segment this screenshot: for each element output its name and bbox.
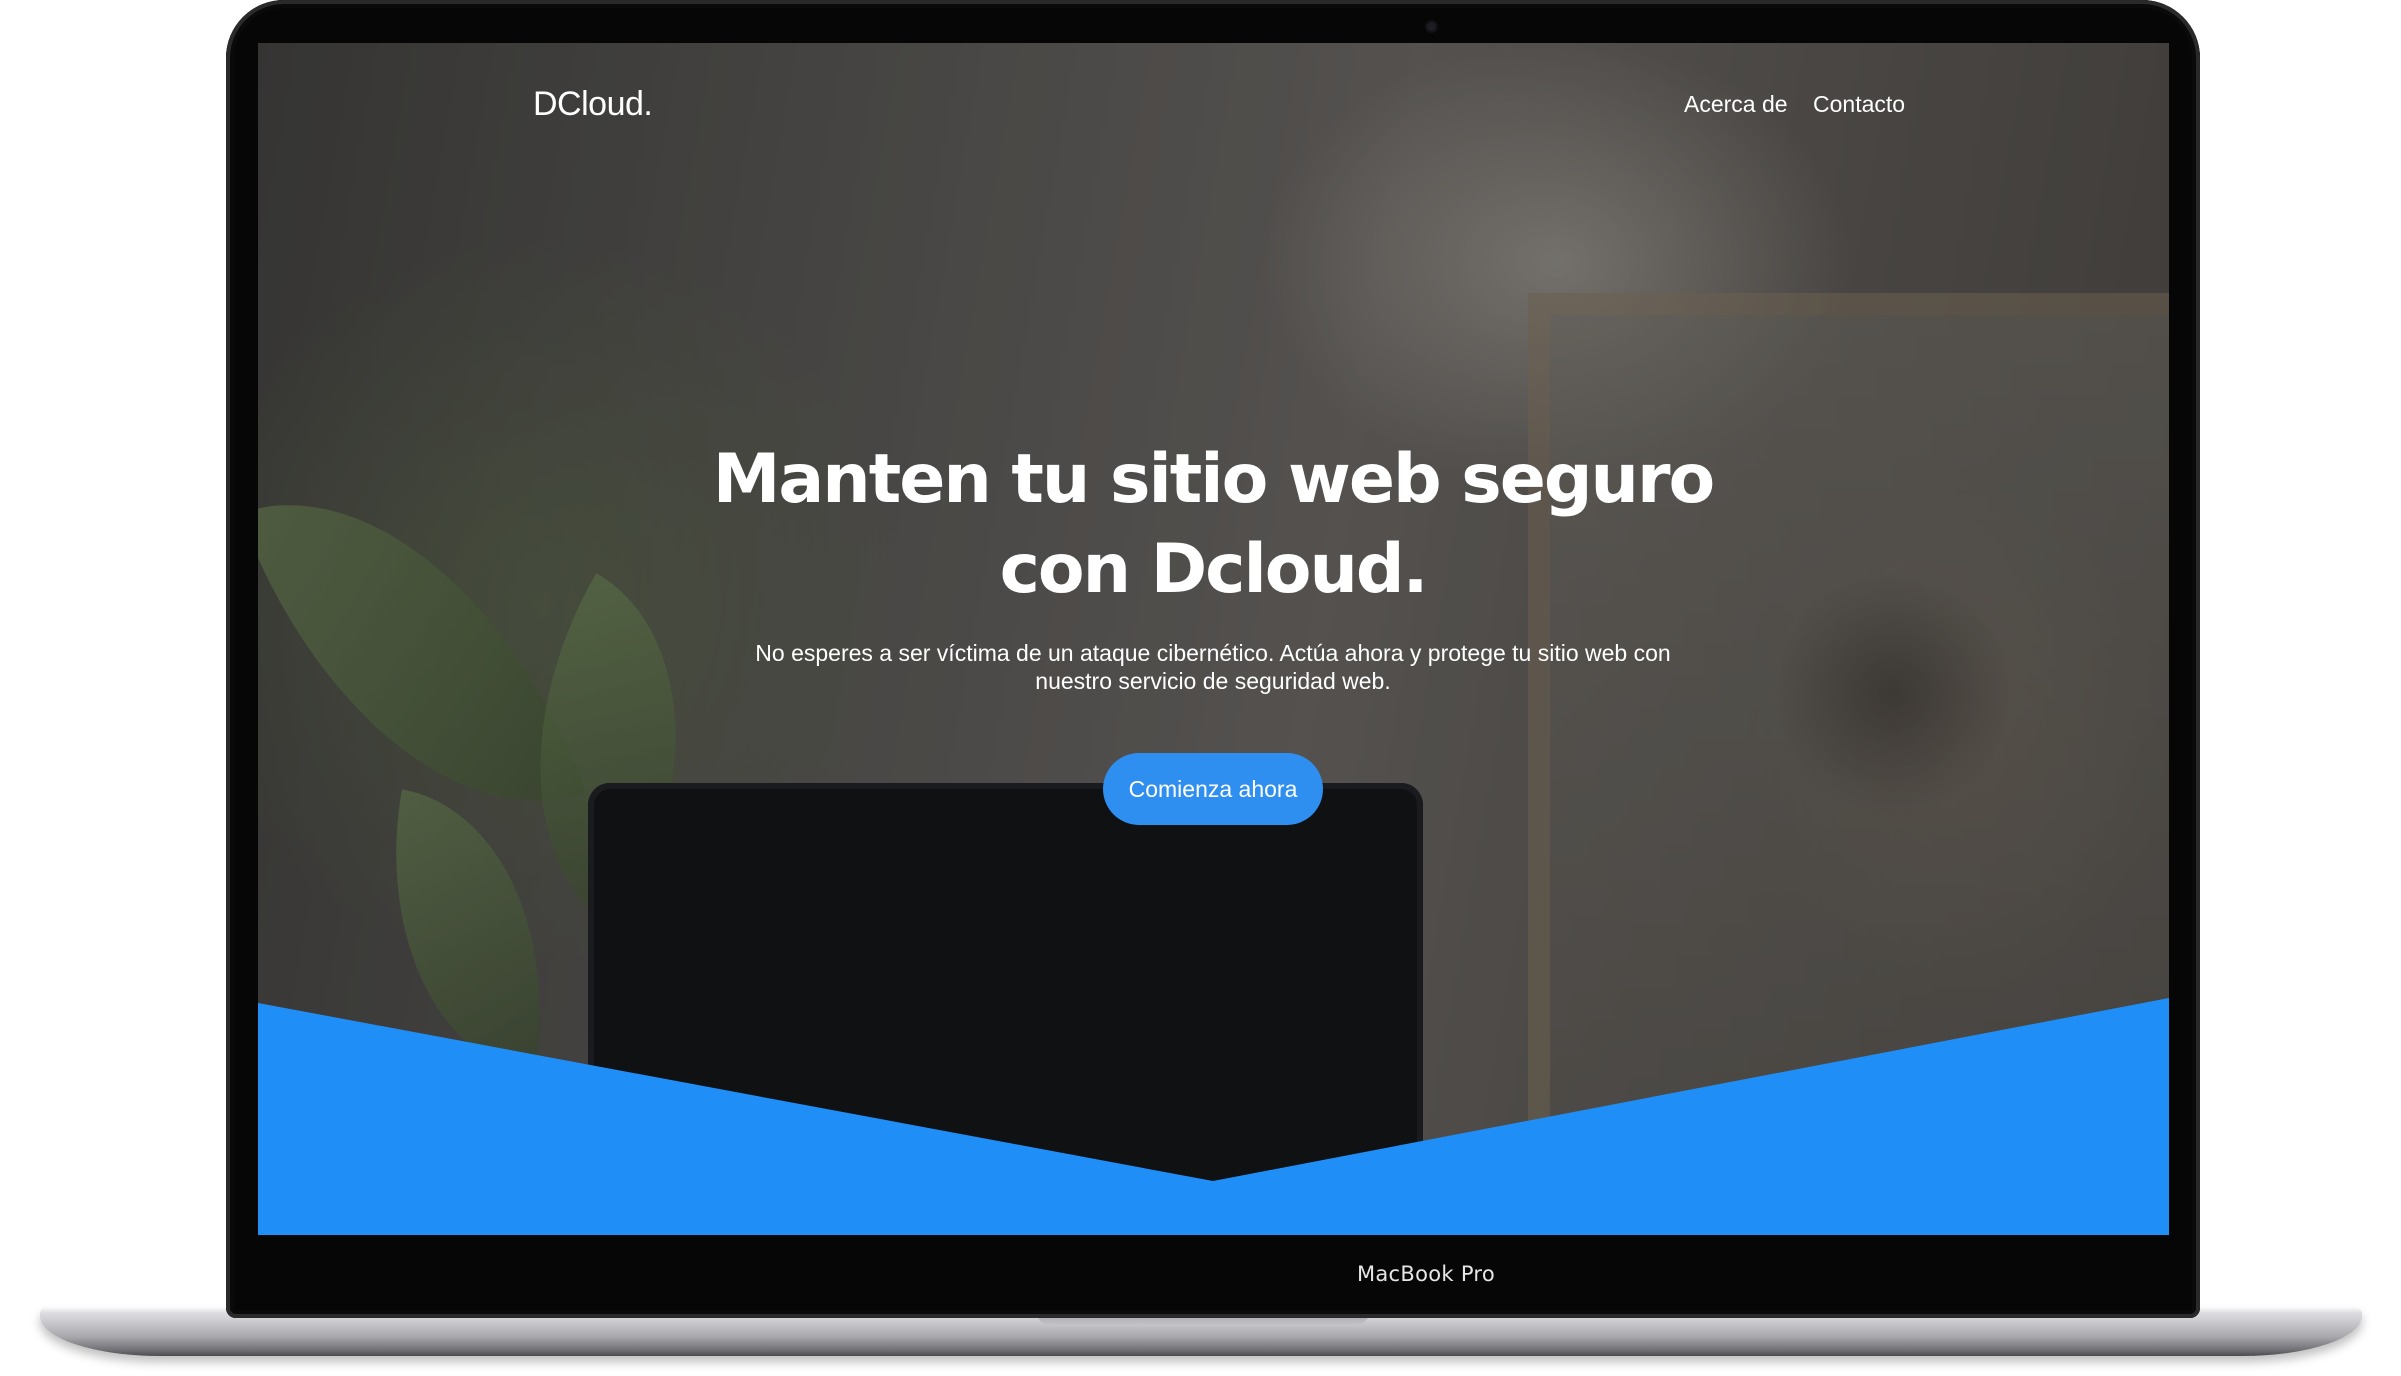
hero-section: Manten tu sitio web seguro con Dcloud. N… <box>688 435 1738 825</box>
nav-link-contact[interactable]: Contacto <box>1813 91 1905 118</box>
accent-wave-shape <box>258 998 2169 1235</box>
device-label: MacBook Pro <box>1356 1262 1496 1286</box>
camera-icon <box>1427 22 1436 31</box>
get-started-button[interactable]: Comienza ahora <box>1103 753 1323 825</box>
nav-link-about[interactable]: Acerca de <box>1684 91 1788 118</box>
site-logo[interactable]: DCloud. <box>533 85 653 124</box>
hero-subtitle: No esperes a ser víctima de un ataque ci… <box>755 640 1671 694</box>
website-screen: DCloud. Acerca de Contacto Manten tu sit… <box>258 43 2169 1235</box>
site-navbar: DCloud. Acerca de Contacto <box>258 43 2169 163</box>
laptop-mockup: MacBook Pro DCloud. Acerca de Contacto M… <box>0 0 2401 1376</box>
hero-title: Manten tu sitio web seguro con Dcloud. <box>712 440 1715 609</box>
